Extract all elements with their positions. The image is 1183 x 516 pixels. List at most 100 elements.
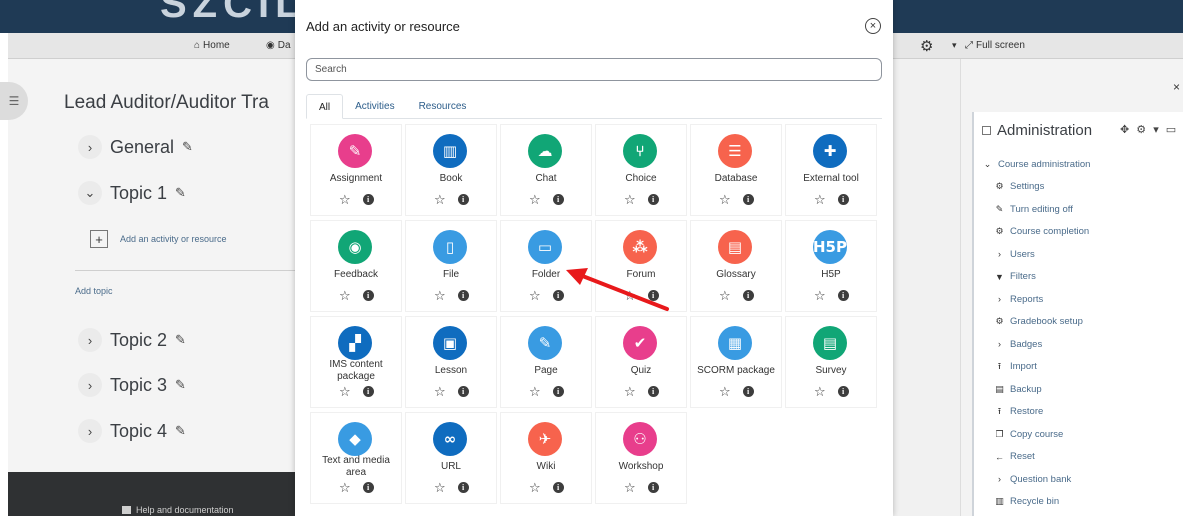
external-tool-icon[interactable]: ✚ — [813, 134, 847, 168]
url-icon[interactable]: ∞ — [433, 422, 467, 456]
activity-name[interactable]: Wiki — [503, 455, 589, 479]
activity-feedback[interactable]: ◉ Feedback ☆ i — [311, 221, 401, 311]
activity-h5p[interactable]: H5P H5P ☆ i — [786, 221, 876, 311]
activity-text-and-media-area[interactable]: ◆ Text and media area ☆ i — [311, 413, 401, 503]
wiki-icon[interactable]: ✈ — [528, 422, 562, 456]
activity-name[interactable]: Text and media area — [313, 455, 399, 479]
activity-url[interactable]: ∞ URL ☆ i — [406, 413, 496, 503]
add-activity-link[interactable]: + Add an activity or resource — [90, 230, 227, 248]
section-topic-3[interactable]: › Topic 3 ✎ — [78, 373, 186, 397]
star-icon[interactable]: ☆ — [814, 289, 826, 302]
info-icon[interactable]: i — [552, 194, 564, 205]
info-icon[interactable]: i — [837, 386, 849, 397]
info-icon[interactable]: i — [362, 386, 374, 397]
star-icon[interactable]: ☆ — [624, 385, 636, 398]
activity-name[interactable]: IMS content package — [313, 359, 399, 383]
activity-name[interactable]: Workshop — [598, 455, 684, 479]
star-icon[interactable]: ☆ — [339, 385, 351, 398]
activity-name[interactable]: H5P — [788, 263, 874, 287]
info-icon[interactable]: i — [742, 194, 754, 205]
star-icon[interactable]: ☆ — [719, 385, 731, 398]
admin-item[interactable]: ⚙ Gradebook setup — [982, 311, 1090, 334]
feedback-icon[interactable]: ◉ — [338, 230, 372, 264]
forum-icon[interactable]: ⁂ — [623, 230, 657, 264]
activity-ims-content-package[interactable]: ▞ IMS content package ☆ i — [311, 317, 401, 407]
folder-icon[interactable]: ▭ — [528, 230, 562, 264]
activity-name[interactable]: Assignment — [313, 167, 399, 191]
info-icon[interactable]: i — [552, 290, 564, 301]
info-icon[interactable]: i — [457, 482, 469, 493]
activity-glossary[interactable]: ▤ Glossary ☆ i — [691, 221, 781, 311]
star-icon[interactable]: ☆ — [529, 385, 541, 398]
info-icon[interactable]: i — [837, 194, 849, 205]
h5p-icon[interactable]: H5P — [813, 230, 847, 264]
activity-name[interactable]: Forum — [598, 263, 684, 287]
activity-external-tool[interactable]: ✚ External tool ☆ i — [786, 125, 876, 215]
activity-name[interactable]: Database — [693, 167, 779, 191]
star-icon[interactable]: ☆ — [339, 193, 351, 206]
star-icon[interactable]: ☆ — [624, 289, 636, 302]
admin-item[interactable]: ▼ Filters — [982, 266, 1090, 289]
section-topic-4[interactable]: › Topic 4 ✎ — [78, 419, 186, 443]
activity-name[interactable]: Chat — [503, 167, 589, 191]
book-icon[interactable]: ▥ — [433, 134, 467, 168]
star-icon[interactable]: ☆ — [434, 193, 446, 206]
info-icon[interactable]: i — [552, 482, 564, 493]
pencil-icon[interactable]: ✎ — [175, 377, 186, 393]
chevron-down-icon[interactable]: ⌄ — [78, 181, 102, 205]
chevron-right-icon[interactable]: › — [78, 328, 102, 352]
admin-item[interactable]: ❐ Copy course — [982, 423, 1090, 446]
activity-database[interactable]: ☰ Database ☆ i — [691, 125, 781, 215]
star-icon[interactable]: ☆ — [719, 193, 731, 206]
info-icon[interactable]: i — [742, 290, 754, 301]
admin-item[interactable]: ⭱ Import — [982, 356, 1090, 379]
activity-name[interactable]: SCORM package — [693, 359, 779, 383]
star-icon[interactable]: ☆ — [719, 289, 731, 302]
pencil-icon[interactable]: ✎ — [175, 185, 186, 201]
admin-item[interactable]: ⌄ Course administration — [982, 153, 1091, 176]
fullscreen-button[interactable]: ⤢ Full screen — [965, 40, 1025, 51]
activity-name[interactable]: External tool — [788, 167, 874, 191]
activity-book[interactable]: ▥ Book ☆ i — [406, 125, 496, 215]
star-icon[interactable]: ☆ — [529, 193, 541, 206]
chevron-right-icon[interactable]: › — [78, 373, 102, 397]
assignment-icon[interactable]: ✎ — [338, 134, 372, 168]
activity-lesson[interactable]: ▣ Lesson ☆ i — [406, 317, 496, 407]
admin-item[interactable]: ⭱ Restore — [982, 401, 1090, 424]
admin-item[interactable]: › Reports — [982, 288, 1090, 311]
activity-quiz[interactable]: ✔ Quiz ☆ i — [596, 317, 686, 407]
info-icon[interactable]: i — [552, 386, 564, 397]
admin-item[interactable]: › Users — [982, 243, 1090, 266]
admin-item[interactable]: ▥ Recycle bin — [982, 491, 1090, 514]
info-icon[interactable]: i — [362, 194, 374, 205]
activity-survey[interactable]: ▤ Survey ☆ i — [786, 317, 876, 407]
section-general[interactable]: › General ✎ — [78, 135, 193, 159]
pencil-icon[interactable]: ✎ — [182, 139, 193, 155]
admin-item[interactable]: ← Reset — [982, 446, 1090, 469]
info-icon[interactable]: i — [837, 290, 849, 301]
section-topic-1[interactable]: ⌄ Topic 1 ✎ — [78, 181, 186, 205]
text-and-media-area-icon[interactable]: ◆ — [338, 422, 372, 456]
nav-dashboard-link[interactable]: ◉ Da — [266, 40, 291, 51]
activity-name[interactable]: Survey — [788, 359, 874, 383]
help-link[interactable]: Help and documentation — [122, 505, 234, 515]
tab-all[interactable]: All — [306, 94, 344, 119]
star-icon[interactable]: ☆ — [814, 193, 826, 206]
admin-item[interactable]: › Question bank — [982, 468, 1090, 491]
activity-forum[interactable]: ⁂ Forum ☆ i — [596, 221, 686, 311]
chat-icon[interactable]: ☁ — [528, 134, 562, 168]
caret-down-icon[interactable]: ▾ — [952, 40, 957, 51]
admin-item[interactable]: ⚙ Settings — [982, 176, 1090, 199]
info-icon[interactable]: i — [647, 290, 659, 301]
tab-activities[interactable]: Activities — [343, 94, 406, 119]
glossary-icon[interactable]: ▤ — [718, 230, 752, 264]
info-icon[interactable]: i — [457, 290, 469, 301]
activity-name[interactable]: Page — [503, 359, 589, 383]
star-icon[interactable]: ☆ — [434, 289, 446, 302]
choice-icon[interactable]: ⑂ — [623, 134, 657, 168]
admin-item[interactable]: ▤ Backup — [982, 378, 1090, 401]
star-icon[interactable]: ☆ — [529, 289, 541, 302]
star-icon[interactable]: ☆ — [339, 481, 351, 494]
star-icon[interactable]: ☆ — [624, 481, 636, 494]
file-icon[interactable]: ▯ — [433, 230, 467, 264]
